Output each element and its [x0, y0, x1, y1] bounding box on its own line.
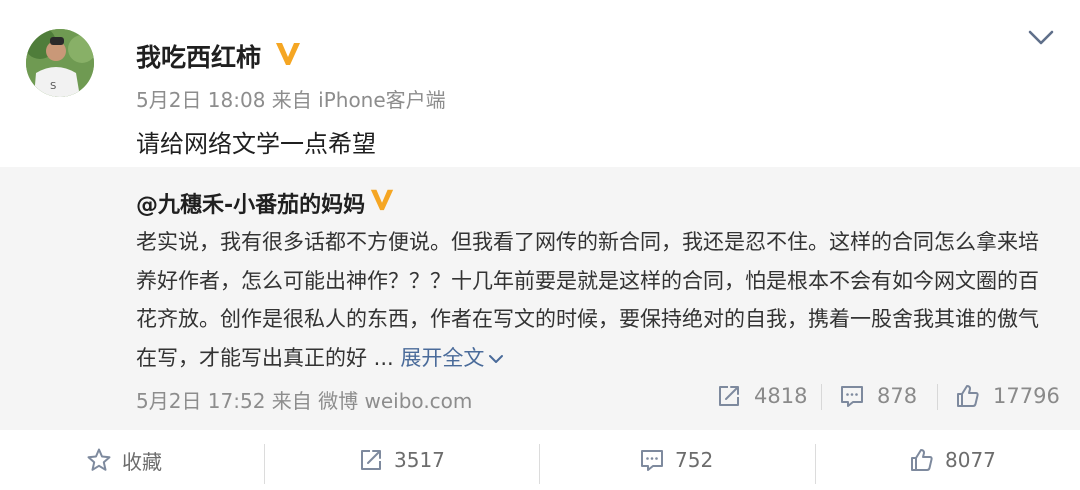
like-count: 17796: [993, 384, 1060, 408]
repost-icon: [361, 450, 381, 470]
divider: [264, 444, 265, 484]
chevron-down-icon[interactable]: [488, 353, 504, 365]
verified-badge-icon: [370, 189, 394, 211]
avatar[interactable]: S: [26, 29, 94, 97]
thumbs-up-icon: [957, 385, 979, 407]
original-comment-count[interactable]: 878: [839, 383, 917, 409]
divider: [821, 384, 822, 410]
comment-count: 878: [877, 384, 918, 408]
comment-icon: [641, 450, 663, 471]
like-count[interactable]: 8077: [945, 448, 996, 472]
expand-full-text-link[interactable]: 展开全文: [400, 346, 504, 370]
comment-icon: [841, 386, 863, 407]
repost-count: 4818: [754, 384, 808, 408]
repost-button[interactable]: 3517: [358, 430, 445, 490]
favorite-button[interactable]: 收藏: [86, 430, 162, 490]
action-toolbar: 收藏 3517 752 8077: [0, 430, 1080, 490]
divider: [539, 444, 540, 484]
original-text-body: 老实说，我有很多话都不方便说。但我看了网传的新合同，我还是忍不住。这样的合同怎么…: [136, 230, 1039, 370]
thumbs-up-icon: [911, 449, 933, 471]
favorite-label[interactable]: 收藏: [122, 446, 162, 475]
original-repost-count[interactable]: 4818: [716, 383, 807, 409]
svg-text:S: S: [50, 81, 56, 92]
chevron-down-icon[interactable]: [1028, 28, 1054, 48]
comment-button[interactable]: 752: [639, 430, 713, 490]
expand-label[interactable]: 展开全文: [400, 346, 484, 370]
username[interactable]: 我吃西红柿: [136, 38, 261, 74]
post-text: 请给网络文学一点希望: [136, 130, 376, 158]
divider: [815, 444, 816, 484]
post-meta: 5月2日 18:08 来自 iPhone客户端: [136, 88, 446, 112]
like-button[interactable]: 8077: [909, 430, 996, 490]
original-author[interactable]: @九穗禾-小番茄的妈妈: [136, 187, 365, 219]
weibo-post: S 我吃西红柿 5月2日 18:08 来自 iPhone客户端 请给网络文学一点…: [0, 0, 1080, 490]
comment-count[interactable]: 752: [675, 448, 713, 472]
star-icon: [87, 448, 111, 471]
repost-icon: [719, 386, 739, 406]
original-text: 老实说，我有很多话都不方便说。但我看了网传的新合同，我还是忍不住。这样的合同怎么…: [136, 223, 1056, 377]
original-meta: 5月2日 17:52 来自 微博 weibo.com: [136, 389, 473, 413]
original-like-count[interactable]: 17796: [955, 383, 1060, 409]
divider: [937, 384, 938, 410]
repost-count[interactable]: 3517: [394, 448, 445, 472]
verified-badge-icon: [276, 43, 300, 65]
